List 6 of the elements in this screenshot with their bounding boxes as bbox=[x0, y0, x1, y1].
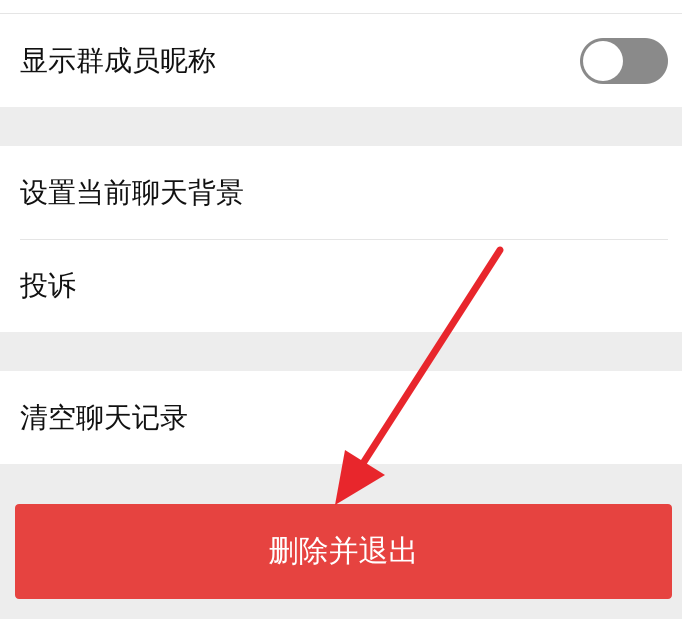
delete-and-exit-button[interactable]: 删除并退出 bbox=[15, 504, 672, 599]
setting-label: 投诉 bbox=[20, 268, 76, 304]
setting-label: 显示群成员昵称 bbox=[20, 42, 216, 78]
setting-label: 设置当前聊天背景 bbox=[20, 174, 244, 210]
setting-label: 清空聊天记录 bbox=[20, 400, 188, 436]
toggle-switch[interactable] bbox=[580, 38, 668, 84]
